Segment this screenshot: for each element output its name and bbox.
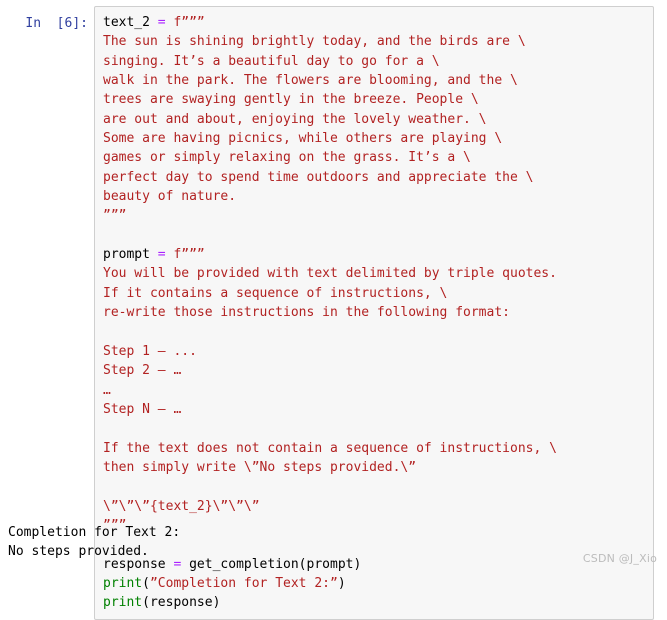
code-token: beauty of nature. [103,189,237,205]
code-line: The sun is shining brightly today, and t… [103,32,649,51]
code-line: print(”Completion for Text 2:”) [103,574,649,593]
code-token: prompt [103,247,158,263]
cell-execution-prompt: In [6]: [25,16,88,31]
code-token: are out and about, enjoying the lovely w… [103,111,487,127]
code-line: are out and about, enjoying the lovely w… [103,110,649,129]
code-token: You will be provided with text delimited… [103,266,557,282]
code-token: f””” [173,247,205,263]
code-line: beauty of nature. [103,187,649,206]
code-token: If the text does not contain a sequence … [103,440,557,456]
code-line: print(response) [103,593,649,612]
code-token: ”Completion for Text 2:” [149,575,338,591]
csdn-watermark: CSDN @J_Xio [582,552,657,565]
code-token: walk in the park. The flowers are bloomi… [103,73,518,89]
code-token: print [103,575,143,591]
code-token: Step N – … [103,401,182,417]
code-line: ””” [103,206,649,225]
code-token: ) [337,575,346,591]
code-token: Step 2 – … [103,363,182,379]
code-token: f””” [173,15,205,30]
output-stdout-text: Completion for Text 2: No steps provided… [8,525,181,560]
code-line: If it contains a sequence of instruction… [103,284,649,303]
code-token: ””” [103,208,127,224]
code-token: Step 1 – ... [103,343,197,359]
code-line: perfect day to spend time outdoors and a… [103,168,649,187]
code-token: … [103,382,111,398]
code-line: games or simply relaxing on the grass. I… [103,148,649,167]
code-line: … [103,381,649,400]
code-line: You will be provided with text delimited… [103,264,649,283]
code-token: (response) [142,595,221,611]
cell-output-area: Completion for Text 2: No steps provided… [8,523,658,562]
code-line: Step 2 – … [103,361,649,380]
code-token: If it contains a sequence of instruction… [103,285,448,301]
notebook-container: In [6]: text_2 = f””” The sun is shining … [0,0,667,620]
code-line: prompt = f””” [103,245,649,264]
code-token: = [157,15,166,30]
code-line: Step N – … [103,400,649,419]
code-line: text_2 = f””” [103,13,649,32]
code-line: then simply write \”No steps provided.\” [103,458,649,477]
code-line: Some are having picnics, while others ar… [103,129,649,148]
code-line: Step 1 – ... [103,342,649,361]
code-token: text_2 [103,15,158,30]
code-line: walk in the park. The flowers are bloomi… [103,71,649,90]
code-token: = [157,247,166,263]
code-token: then simply write \”No steps provided.\” [103,459,417,475]
code-line: \”\”\”{text_2}\”\”\” [103,497,649,516]
code-line: singing. It’s a beautiful day to go for … [103,52,649,71]
code-line: re-write those instructions in the follo… [103,303,649,322]
code-token: \”\”\”{text_2}\”\”\” [103,498,260,514]
code-token: perfect day to spend time outdoors and a… [103,169,534,185]
code-token: The sun is shining brightly today, and t… [103,34,526,50]
code-token: print [103,595,143,611]
code-token: Some are having picnics, while others ar… [103,131,503,147]
code-token: ( [142,575,150,591]
code-token: re-write those instructions in the follo… [103,305,510,321]
code-token: trees are swaying gently in the breeze. … [103,92,479,108]
code-token: singing. It’s a beautiful day to go for … [103,53,440,69]
code-token: games or simply relaxing on the grass. I… [103,150,471,166]
code-line: If the text does not contain a sequence … [103,439,649,458]
code-line: trees are swaying gently in the breeze. … [103,90,649,109]
